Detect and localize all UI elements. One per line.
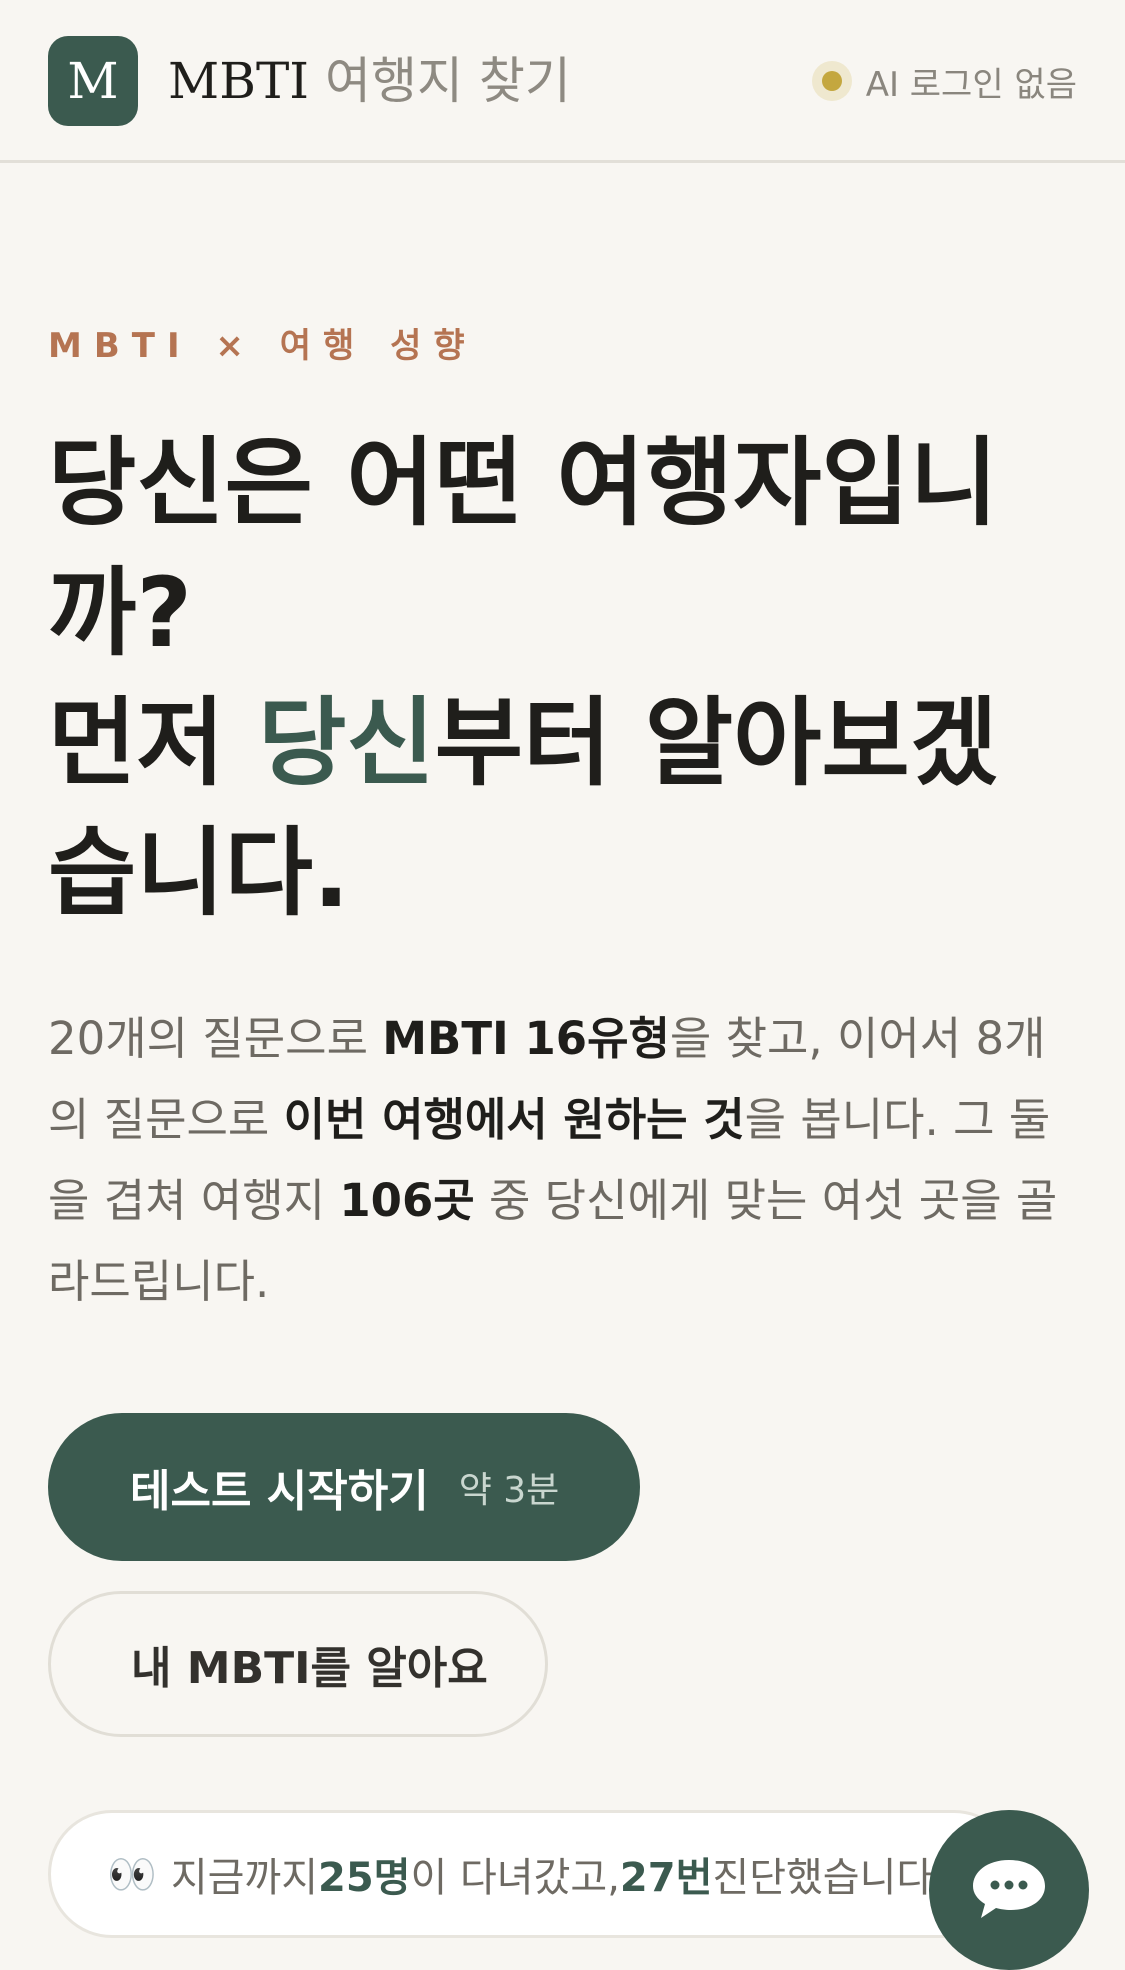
start-test-duration: 약 3분	[458, 1470, 560, 1511]
start-test-label: 테스트 시작하기	[130, 1466, 429, 1517]
headline-line2-before: 먼저	[48, 687, 259, 799]
status-dot-icon	[811, 61, 852, 101]
visitor-stats: 👀 지금까지 25명 이 다녀갔고, 27번 진단했습니다.	[48, 1810, 1018, 1938]
start-test-button[interactable]: 테스트 시작하기 약 3분	[48, 1413, 640, 1561]
brand-title[interactable]: MBTI 여행지 찾기	[168, 48, 571, 114]
top-header: M MBTI 여행지 찾기 AI 로그인 없음	[0, 0, 1125, 163]
hero-description: 20개의 질문으로 MBTI 16유형을 찾고, 이어서 8개의 질문으로 이번…	[48, 998, 1078, 1322]
chat-bubble-icon	[973, 1860, 1045, 1918]
desc-bold1: MBTI 16유형	[382, 1012, 670, 1065]
diagnosis-count: 27번	[619, 1855, 713, 1901]
headline-line1: 당신은 어떤 여행자입니까?	[48, 427, 999, 669]
brand-sub: 여행지 찾기	[324, 52, 571, 110]
ai-status: AI 로그인 없음	[811, 56, 1077, 106]
brand-main: MBTI	[168, 52, 310, 110]
logo-icon[interactable]: M	[48, 36, 138, 126]
desc-bold3: 106곳	[339, 1174, 475, 1227]
chat-button[interactable]	[929, 1810, 1089, 1970]
desc-part1: 20개의 질문으로	[48, 1012, 383, 1065]
know-mbti-label: 내 MBTI를 알아요	[131, 1643, 488, 1694]
desc-bold2: 이번 여행에서 원하는 것	[283, 1093, 745, 1146]
know-mbti-button[interactable]: 내 MBTI를 알아요	[48, 1591, 548, 1737]
stats-part2: 이 다녀갔고,	[410, 1855, 620, 1901]
headline-accent: 당신	[258, 687, 435, 799]
visitor-count: 25명	[318, 1855, 411, 1901]
stats-part3: 진단했습니다.	[712, 1855, 946, 1901]
hero-headline: 당신은 어떤 여행자입니까? 먼저 당신부터 알아보겠습니다.	[48, 418, 1078, 938]
status-text: AI 로그인 없음	[865, 64, 1077, 105]
stats-part1: 지금까지	[170, 1855, 319, 1901]
eyes-icon: 👀	[107, 1851, 157, 1898]
hero-eyebrow: MBTI × 여행 성향	[48, 326, 477, 366]
